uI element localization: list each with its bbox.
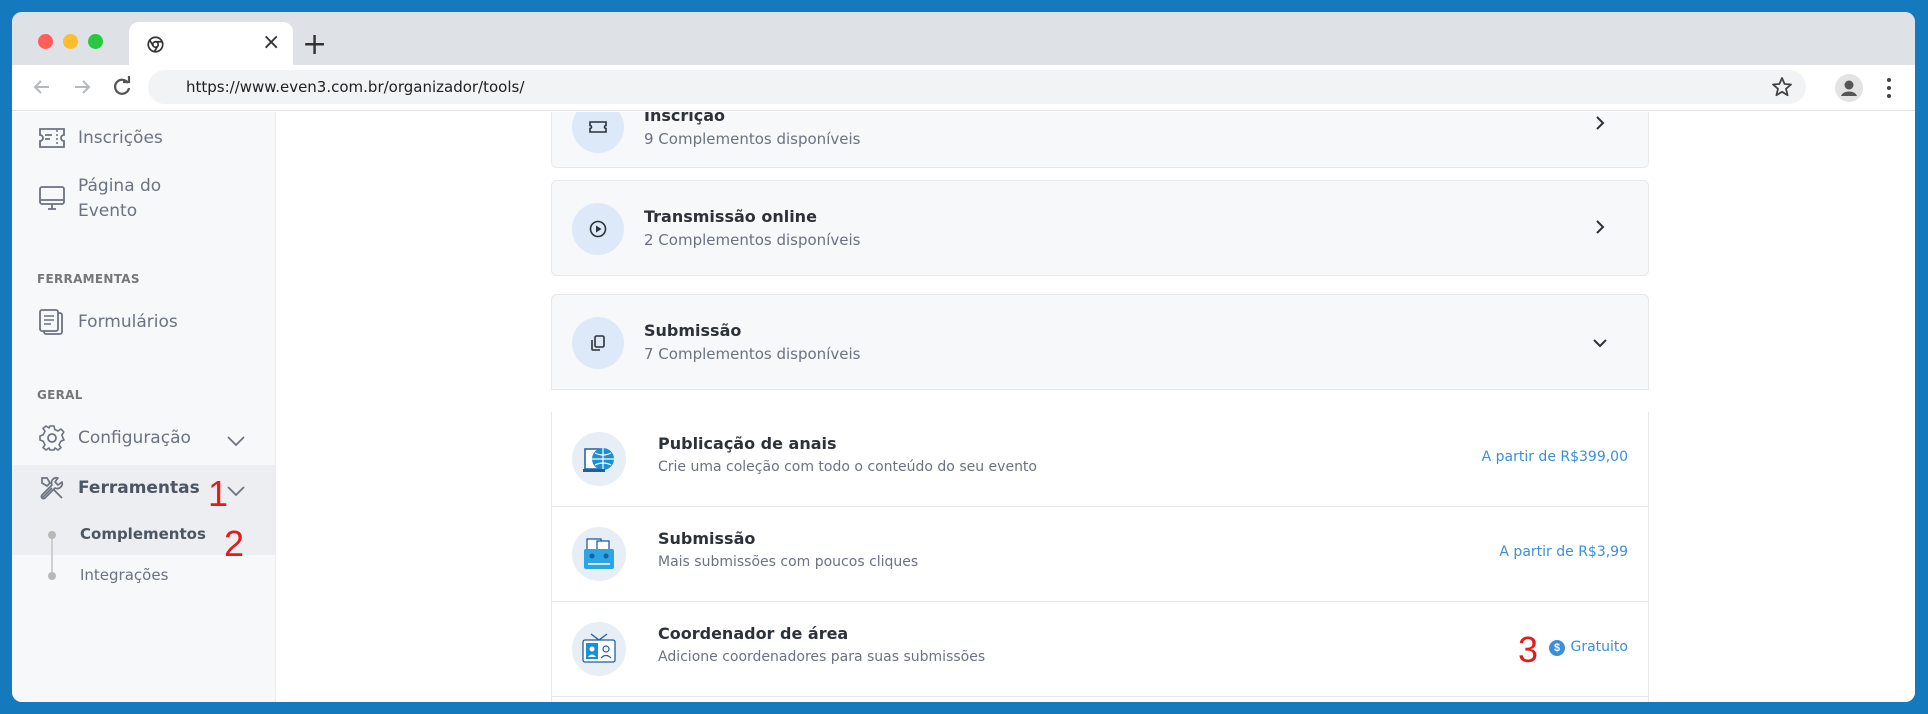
category-title: Submissão [644, 321, 742, 340]
url-text: https://www.even3.com.br/organizador/too… [186, 78, 525, 96]
browser-window: × + https://www.even3.com.br/organizador… [12, 12, 1915, 702]
sidebar-item-label: Configuração [78, 428, 191, 448]
annotation-number: 1 [208, 473, 229, 514]
address-bar[interactable]: https://www.even3.com.br/organizador/too… [148, 70, 1806, 104]
category-subtitle: 9 Complementos disponíveis [644, 130, 861, 148]
chevron-right-icon[interactable] [1592, 219, 1608, 235]
addon-title: Coordenador de área [658, 624, 849, 643]
chevron-down-icon[interactable] [226, 484, 246, 498]
reload-icon[interactable] [108, 73, 136, 101]
addon-title: Publicação de anais [658, 434, 837, 453]
sidebar-item-label: Inscrições [78, 128, 163, 148]
annotation-number: 3 [1518, 629, 1539, 670]
section-heading-geral: GERAL [37, 388, 83, 402]
back-arrow-icon[interactable] [28, 73, 56, 101]
forward-arrow-icon[interactable] [68, 73, 96, 101]
addon-description: Mais submissões com poucos cliques [658, 554, 919, 570]
sidebar-item-pagina-evento[interactable]: Página do Evento [12, 174, 275, 224]
browser-toolbar: https://www.even3.com.br/organizador/too… [12, 65, 1915, 111]
category-subtitle: 7 Complementos disponíveis [644, 345, 861, 363]
category-icon-circle [572, 317, 624, 369]
sidebar-item-label: Página do Evento [78, 176, 162, 221]
new-tab-button[interactable]: + [302, 30, 327, 60]
addon-row[interactable]: Coordenador de área Adicione coordenador… [552, 602, 1648, 697]
sidebar-item-formularios[interactable]: Formulários [12, 308, 275, 338]
sidebar-item-configuracao[interactable]: Configuração [12, 424, 275, 454]
gear-icon [39, 425, 65, 451]
bookmark-star-icon[interactable] [1770, 75, 1794, 99]
chrome-icon [147, 36, 164, 53]
addon-price[interactable]: Gratuito [1571, 639, 1629, 655]
category-card-inscricao[interactable]: Inscrição 9 Complementos disponíveis [551, 112, 1649, 168]
chevron-down-icon[interactable] [226, 434, 246, 448]
play-icon [589, 220, 607, 238]
category-title: Inscrição [644, 112, 725, 125]
profile-avatar-icon[interactable] [1835, 74, 1863, 102]
addon-price[interactable]: A partir de R$3,99 [1499, 544, 1628, 560]
copy-icon [591, 335, 605, 351]
annotation-number: 2 [224, 523, 245, 564]
category-icon-circle [572, 112, 624, 153]
bullet-dot [48, 572, 56, 580]
submenu-item-label: Integrações [80, 566, 169, 584]
category-subtitle: 2 Complementos disponíveis [644, 231, 861, 249]
clipboard-icon [39, 309, 63, 335]
book-globe-icon [572, 432, 626, 486]
chevron-down-icon[interactable] [1592, 335, 1608, 351]
chevron-right-icon[interactable] [1592, 115, 1608, 131]
addon-row[interactable]: Submissão Mais submissões com poucos cli… [552, 507, 1648, 602]
addon-title: Submissão [658, 529, 756, 548]
sidebar-item-inscricoes[interactable]: Inscrições [12, 124, 275, 154]
maximize-window-button[interactable] [88, 34, 103, 49]
sidebar-item-label: Ferramentas [78, 478, 200, 498]
close-window-button[interactable] [38, 34, 53, 49]
main-content: Inscrição 9 Complementos disponíveis Tra… [276, 112, 1915, 702]
tools-icon [40, 476, 64, 500]
addon-list: Publicação de anais Crie uma coleção com… [551, 412, 1649, 702]
submission-screen-icon [572, 527, 626, 581]
sidebar: Inscrições Página do Evento FERRAMENTAS … [12, 112, 276, 702]
category-card-submissao[interactable]: Submissão 7 Complementos disponíveis [551, 294, 1649, 390]
addon-description: Crie uma coleção com todo o conteúdo do … [658, 459, 1037, 475]
bullet-dot [48, 531, 56, 539]
ticket-icon [589, 121, 607, 133]
sidebar-item-label: Formulários [78, 312, 178, 332]
tab-strip: × + [12, 12, 1915, 65]
submenu-item-integracoes[interactable]: Integrações [12, 563, 275, 589]
addon-price[interactable]: A partir de R$399,00 [1482, 449, 1628, 465]
close-tab-icon[interactable]: × [262, 30, 280, 56]
addon-row[interactable]: Publicação de anais Crie uma coleção com… [552, 412, 1648, 507]
coordinator-board-icon [572, 622, 626, 676]
monitor-icon [39, 186, 65, 210]
more-menu-icon[interactable] [1885, 76, 1893, 100]
browser-tab[interactable]: × [129, 22, 293, 65]
ticket-icon [39, 128, 65, 148]
sidebar-item-ferramentas[interactable]: Ferramentas [12, 474, 275, 504]
category-title: Transmissão online [644, 207, 817, 226]
section-heading-ferramentas: FERRAMENTAS [37, 272, 140, 286]
category-card-transmissao[interactable]: Transmissão online 2 Complementos dispon… [551, 180, 1649, 276]
addon-description: Adicione coordenadores para suas submiss… [658, 649, 986, 665]
category-icon-circle [572, 203, 624, 255]
submenu-item-label: Complementos [80, 525, 206, 543]
dollar-coin-icon: $ [1549, 640, 1565, 656]
minimize-window-button[interactable] [63, 34, 78, 49]
